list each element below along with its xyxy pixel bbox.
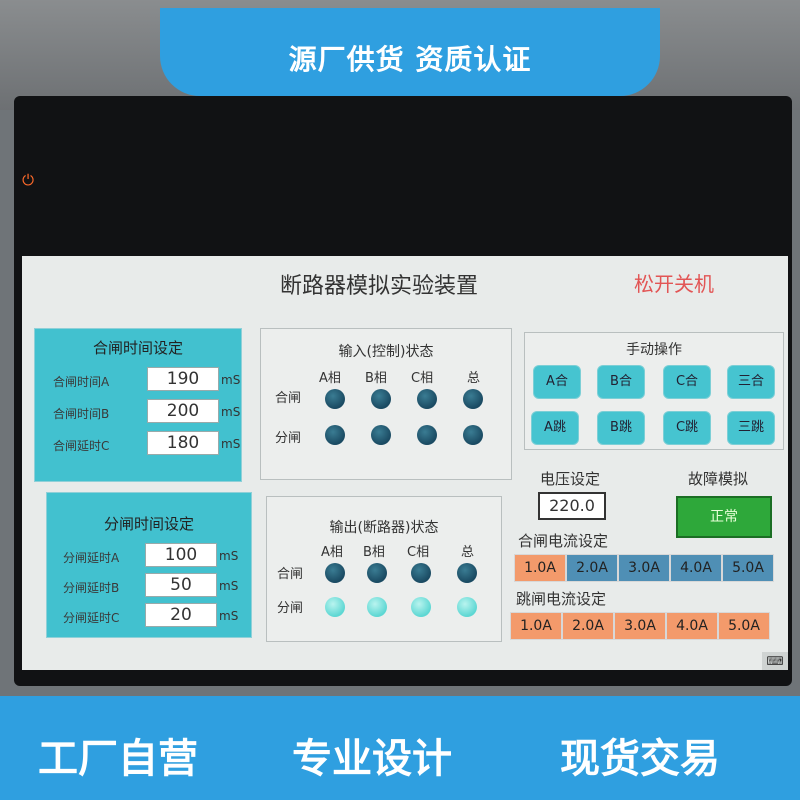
close-time-c-label: 合闸延时C — [53, 439, 110, 453]
input-open-total-led — [463, 425, 483, 445]
input-col-b: B相 — [365, 371, 387, 386]
three-trip-button[interactable]: 三跳 — [727, 411, 775, 445]
promo-banner: 源厂供货 资质认证 — [160, 8, 660, 96]
close-current-1a[interactable]: 1.0A — [514, 554, 566, 582]
open-time-a-unit: mS — [219, 549, 239, 563]
close-time-b-unit: mS — [221, 405, 241, 419]
close-time-c-input[interactable]: 180 — [147, 431, 219, 455]
close-time-panel: 合闸时间设定 合闸时间A 190 mS 合闸时间B 200 mS 合闸延时C 1… — [34, 328, 242, 482]
output-close-b-led — [367, 563, 387, 583]
close-time-b-input[interactable]: 200 — [147, 399, 219, 423]
a-trip-button[interactable]: A跳 — [531, 411, 579, 445]
keyboard-icon[interactable]: ⌨ — [762, 652, 788, 670]
trip-current-2a[interactable]: 2.0A — [562, 612, 614, 640]
output-row-close: 合闸 — [277, 567, 304, 582]
output-row-open: 分闸 — [277, 601, 304, 616]
output-status-frame: 输出(断路器)状态 A相 B相 C相 总 合闸 分闸 — [266, 496, 502, 642]
fault-button[interactable]: 正常 — [676, 496, 772, 538]
close-time-c-unit: mS — [221, 437, 241, 451]
open-time-header: 分闸时间设定 — [103, 515, 194, 533]
close-time-b-label: 合闸时间B — [53, 407, 110, 421]
close-current-2a[interactable]: 2.0A — [566, 554, 618, 582]
output-open-b-led — [367, 597, 387, 617]
three-close-button[interactable]: 三合 — [727, 365, 775, 399]
open-time-b-input[interactable]: 50 — [145, 573, 217, 597]
c-close-button[interactable]: C合 — [663, 365, 711, 399]
trip-current-1a[interactable]: 1.0A — [510, 612, 562, 640]
close-current-5a[interactable]: 5.0A — [722, 554, 774, 582]
input-col-total: 总 — [467, 371, 481, 386]
output-col-a: A相 — [321, 545, 343, 560]
output-close-total-led — [457, 563, 477, 583]
manual-frame: 手动操作 A合 B合 C合 三合 A跳 B跳 C跳 三跳 — [524, 332, 784, 450]
hmi-screen: 断路器模拟实验装置 松开关机 合闸时间设定 合闸时间A 190 mS 合闸时间B… — [22, 256, 788, 670]
output-close-a-led — [325, 563, 345, 583]
footer-slogan-2: 专业设计 — [292, 736, 452, 782]
open-time-b-label: 分闸延时B — [63, 581, 120, 595]
footer-slogan-3: 现货交易 — [560, 736, 720, 782]
output-status-title: 输出(断路器)状态 — [329, 520, 439, 536]
close-current-label: 合闸电流设定 — [518, 532, 609, 550]
output-open-c-led — [411, 597, 431, 617]
b-trip-button[interactable]: B跳 — [597, 411, 645, 445]
input-col-c: C相 — [411, 371, 434, 386]
output-open-a-led — [325, 597, 345, 617]
input-open-b-led — [371, 425, 391, 445]
open-time-c-label: 分闸延时C — [63, 611, 120, 625]
power-icon[interactable]: ⏻ — [20, 172, 36, 188]
close-time-header: 合闸时间设定 — [92, 339, 183, 357]
trip-current-3a[interactable]: 3.0A — [614, 612, 666, 640]
page-title: 断路器模拟实验装置 — [280, 274, 479, 299]
input-close-total-led — [463, 389, 483, 409]
open-time-c-unit: mS — [219, 609, 239, 623]
output-col-total: 总 — [461, 545, 475, 560]
open-time-b-unit: mS — [219, 579, 239, 593]
input-open-a-led — [325, 425, 345, 445]
open-time-a-label: 分闸延时A — [63, 551, 120, 565]
output-col-c: C相 — [407, 545, 430, 560]
input-open-c-led — [417, 425, 437, 445]
manual-title: 手动操作 — [626, 342, 682, 358]
input-col-a: A相 — [319, 371, 341, 386]
output-col-b: B相 — [363, 545, 385, 560]
close-time-a-label: 合闸时间A — [53, 375, 110, 389]
trip-current-label: 跳闸电流设定 — [516, 590, 607, 608]
a-close-button[interactable]: A合 — [533, 365, 581, 399]
open-time-c-input[interactable]: 20 — [145, 603, 217, 627]
input-close-c-led — [417, 389, 437, 409]
close-current-3a[interactable]: 3.0A — [618, 554, 670, 582]
close-time-a-unit: mS — [221, 373, 241, 387]
input-row-open: 分闸 — [275, 431, 302, 446]
c-trip-button[interactable]: C跳 — [663, 411, 711, 445]
open-time-panel: 分闸时间设定 分闸延时A 100 mS 分闸延时B 50 mS 分闸延时C 20… — [46, 492, 252, 638]
input-status-frame: 输入(控制)状态 A相 B相 C相 总 合闸 分闸 — [260, 328, 512, 480]
input-status-title: 输入(控制)状态 — [338, 344, 434, 360]
open-time-a-input[interactable]: 100 — [145, 543, 217, 567]
close-current-4a[interactable]: 4.0A — [670, 554, 722, 582]
output-open-total-led — [457, 597, 477, 617]
shutdown-button[interactable]: 松开关机 — [634, 268, 714, 297]
banner-text: 源厂供货 资质认证 — [288, 43, 532, 76]
output-close-c-led — [411, 563, 431, 583]
voltage-label: 电压设定 — [540, 470, 601, 488]
input-row-close: 合闸 — [275, 391, 302, 406]
input-close-a-led — [325, 389, 345, 409]
close-time-a-input[interactable]: 190 — [147, 367, 219, 391]
trip-current-4a[interactable]: 4.0A — [666, 612, 718, 640]
voltage-input[interactable]: 220.0 — [538, 492, 606, 520]
fault-label: 故障模拟 — [688, 470, 749, 488]
trip-current-5a[interactable]: 5.0A — [718, 612, 770, 640]
input-close-b-led — [371, 389, 391, 409]
footer-slogan-1: 工厂自营 — [38, 736, 198, 782]
b-close-button[interactable]: B合 — [597, 365, 645, 399]
